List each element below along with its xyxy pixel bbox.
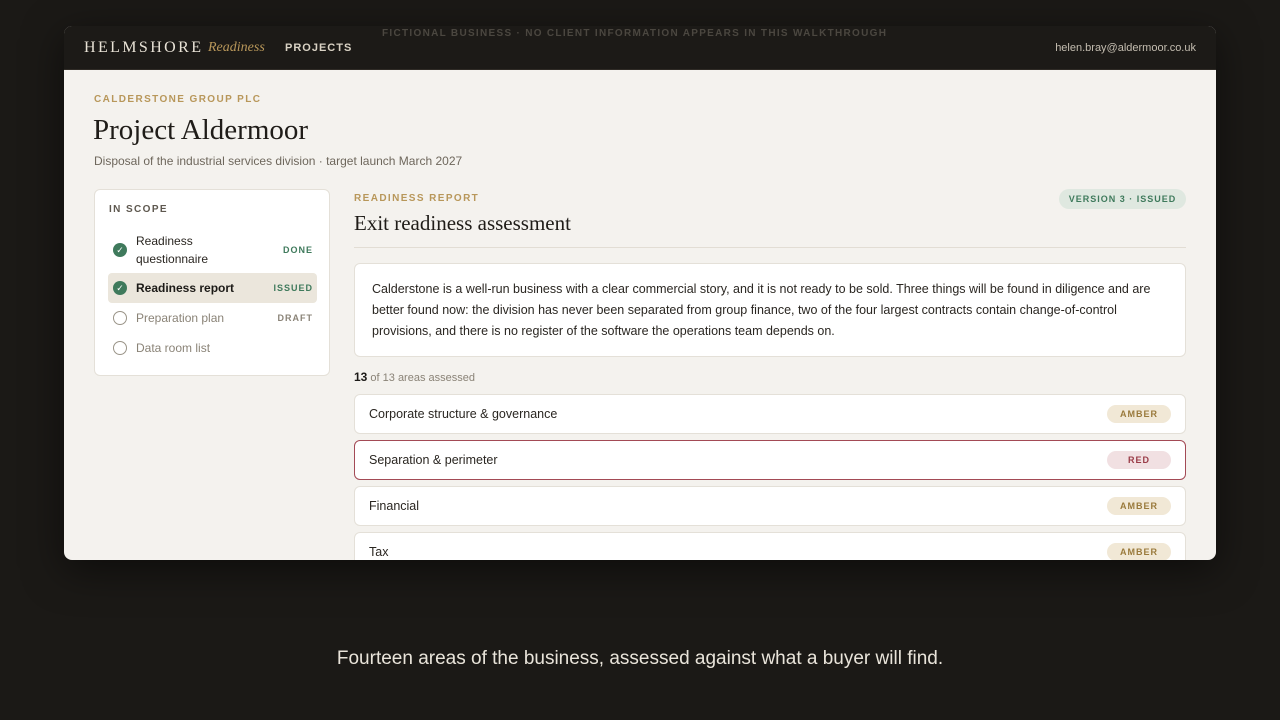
fictional-business-notice: FICTIONAL BUSINESS · NO CLIENT INFORMATI… [382,28,888,39]
area-name: Separation & perimeter [369,453,498,467]
video-caption: Fourteen areas of the business, assessed… [336,648,944,669]
page-title: Project Aldermoor [93,114,309,146]
area-row-corporate-structure[interactable]: Corporate structure & governance AMBER [354,394,1186,434]
summary-text: Calderstone is a well-run business with … [372,282,1151,338]
empty-circle-icon [113,311,127,325]
area-row-separation-perimeter[interactable]: Separation & perimeter RED [354,440,1186,480]
scope-heading: IN SCOPE [109,204,168,215]
rag-badge: RED [1107,451,1171,469]
area-name: Tax [369,545,389,559]
scope-item-preparation-plan[interactable]: Preparation plan DRAFT [108,303,317,333]
summary-card: Calderstone is a well-run business with … [354,263,1186,357]
user-email[interactable]: helen.bray@aldermoor.co.uk [1055,42,1196,54]
rag-badge: AMBER [1107,405,1171,423]
area-name: Corporate structure & governance [369,407,558,421]
areas-assessed-count: 13 of 13 areas assessed [354,370,475,384]
divider [354,247,1186,248]
rag-badge: AMBER [1107,543,1171,560]
scope-item-label: Readiness questionnaire [136,234,209,266]
area-row-tax[interactable]: Tax AMBER [354,532,1186,560]
scope-item-label: Data room list [136,341,211,355]
assessed-number: 13 [354,370,368,384]
check-circle-icon [113,281,127,295]
app-window: HELMSHORE Readiness PROJECTS FICTIONAL B… [64,26,1216,560]
status-badge: DRAFT [277,313,313,323]
status-badge: ISSUED [273,283,313,293]
scope-item-data-room-list[interactable]: Data room list [108,333,317,363]
brand-logo[interactable]: HELMSHORE [84,39,203,57]
top-navigation-bar: HELMSHORE Readiness PROJECTS FICTIONAL B… [64,26,1216,70]
scope-item-label: Readiness report [136,281,235,295]
empty-circle-icon [113,341,127,355]
report-title: Exit readiness assessment [354,211,571,235]
brand-product-name: Readiness [208,40,265,55]
rag-badge: AMBER [1107,497,1171,515]
report-eyebrow: READINESS REPORT [354,193,480,204]
scope-panel: IN SCOPE Readiness questionnaire DONE Re… [94,189,330,376]
check-circle-icon [113,243,127,257]
status-badge: DONE [282,245,313,255]
scope-item-readiness-report[interactable]: Readiness report ISSUED [108,273,317,303]
nav-projects-link[interactable]: PROJECTS [285,42,352,54]
page-subtitle: Disposal of the industrial services divi… [94,154,463,168]
scope-item-readiness-questionnaire[interactable]: Readiness questionnaire DONE [108,230,317,270]
version-badge: VERSION 3 · ISSUED [1059,189,1186,209]
area-row-financial[interactable]: Financial AMBER [354,486,1186,526]
area-name: Financial [369,499,420,513]
assessed-suffix: of 13 areas assessed [370,372,475,384]
scope-item-label: Preparation plan [136,311,225,325]
client-name: CALDERSTONE GROUP PLC [94,94,262,105]
